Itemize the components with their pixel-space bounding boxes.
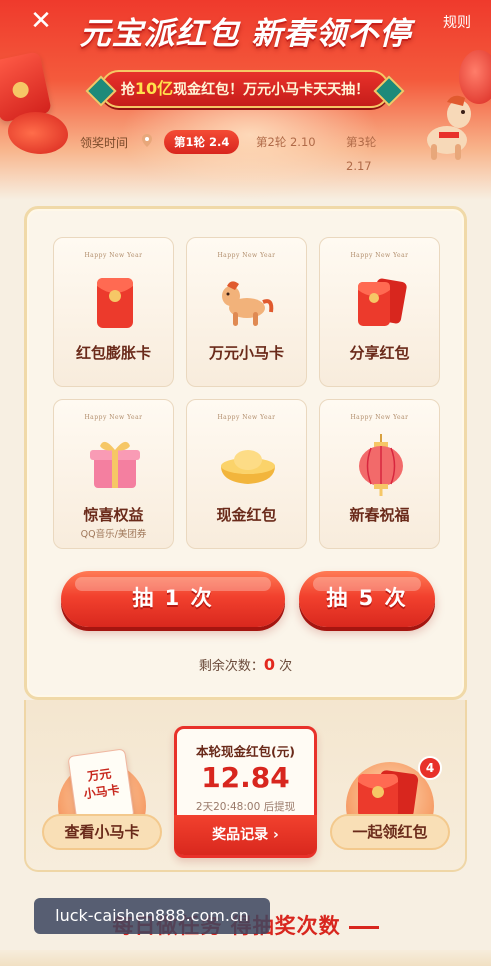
prize-tag: Happy New Year <box>350 252 409 259</box>
banner-suffix: 现金红包！万元小马卡天天抽！ <box>173 82 370 98</box>
remaining-count: 剩余次数：0 次 <box>27 655 464 674</box>
view-horse-card-button[interactable]: 查看小马卡 <box>42 814 162 850</box>
prize-card-cash[interactable]: Happy New Year 现金红包 <box>186 399 307 549</box>
lantern-icon <box>350 434 412 496</box>
prize-tag: Happy New Year <box>217 414 276 421</box>
heading-dash <box>348 925 379 929</box>
withdraw-countdown: 2天20:48:00 后提现 <box>195 801 296 813</box>
prize-records-button[interactable]: 奖品记录 › <box>174 815 317 855</box>
share-red-packet-widget[interactable]: 4 一起领红包 <box>330 756 450 872</box>
horse-card-text: 万元 小马卡 <box>70 763 130 804</box>
prize-tag: Happy New Year <box>84 252 143 259</box>
round-label: 领奖时间 <box>80 136 129 150</box>
prize-tag: Happy New Year <box>84 414 143 421</box>
round-tab-3[interactable]: 第3轮 2.17 <box>336 130 410 173</box>
gold-ingot-icon <box>217 434 279 496</box>
prize-card-surprise[interactable]: Happy New Year 惊喜权益 QQ音乐/美团券 <box>53 399 174 549</box>
horse-card-widget[interactable]: 万元 小马卡 查看小马卡 <box>42 748 162 872</box>
remaining-unit: 次 <box>275 659 293 674</box>
cash-title: 本轮现金红包(元) <box>196 744 295 759</box>
prize-name: 万元小马卡 <box>208 344 284 362</box>
banner-highlight: 10亿 <box>134 79 174 98</box>
draw-once-button[interactable]: 抽 1 次 <box>61 571 285 627</box>
prize-card-blessing[interactable]: Happy New Year 新春祝福 <box>319 399 440 549</box>
remaining-label: 剩余次数： <box>198 659 264 674</box>
prize-card-horse[interactable]: Happy New Year 万元小马卡 <box>186 237 307 387</box>
koi-fish-decoration <box>8 112 68 154</box>
round-tab-2[interactable]: 第2轮 2.10 <box>246 130 326 154</box>
horse-card-line-2: 小马卡 <box>82 782 121 802</box>
cash-amount: 12.84 <box>201 761 290 794</box>
round-tab-1[interactable]: 第1轮 2.4 <box>164 130 240 154</box>
prize-name: 红包膨胀卡 <box>75 344 151 362</box>
horse-card-line-1: 万元 <box>86 766 113 784</box>
prize-card-share[interactable]: Happy New Year 分享红包 <box>319 237 440 387</box>
promo-banner: 抢10亿现金红包！万元小马卡天天抽！ <box>100 70 390 108</box>
prize-tag: Happy New Year <box>217 252 276 259</box>
banner-prefix: 抢 <box>120 82 135 98</box>
location-pin-icon <box>142 134 152 147</box>
prize-panel: Happy New Year 红包膨胀卡 Happy New Year 万元小马… <box>24 206 467 700</box>
horse-mascot-icon <box>417 92 479 162</box>
round-selector: 领奖时间 第1轮 2.4 第2轮 2.10 第3轮 2.17 <box>80 130 410 173</box>
header-banner: ✕ 元宝派红包 新春领不停 规则 抢10亿现金红包！万元小马卡天天抽！ 领奖时间… <box>0 0 491 200</box>
promo-banner-text: 抢10亿现金红包！万元小马卡天天抽！ <box>102 72 388 107</box>
horse-icon <box>217 272 279 334</box>
remaining-number: 0 <box>263 655 275 674</box>
prize-name: 惊喜权益 <box>83 506 144 524</box>
prize-name: 新春祝福 <box>349 506 410 524</box>
page-title: 元宝派红包 新春领不停 <box>79 16 412 52</box>
red-envelope-icon <box>84 272 146 334</box>
prize-name: 分享红包 <box>349 344 410 362</box>
prize-card-expansion[interactable]: Happy New Year 红包膨胀卡 <box>53 237 174 387</box>
prize-tag: Happy New Year <box>350 414 409 421</box>
rules-link[interactable]: 规则 <box>443 12 471 32</box>
gift-box-icon <box>84 434 146 496</box>
prize-name: 现金红包 <box>216 506 277 524</box>
cash-red-packet-card: 本轮现金红包(元) 12.84 2天20:48:00 后提现 奖品记录 › <box>174 726 317 858</box>
prize-subtitle: QQ音乐/美团券 <box>80 529 147 540</box>
footer-strip <box>0 950 491 966</box>
envelopes-icon <box>350 272 412 334</box>
collect-together-button[interactable]: 一起领红包 <box>330 814 450 850</box>
notification-badge: 4 <box>418 756 442 780</box>
draw-five-button[interactable]: 抽 5 次 <box>299 571 435 627</box>
watermark: luck-caishen888.com.cn <box>34 898 270 934</box>
